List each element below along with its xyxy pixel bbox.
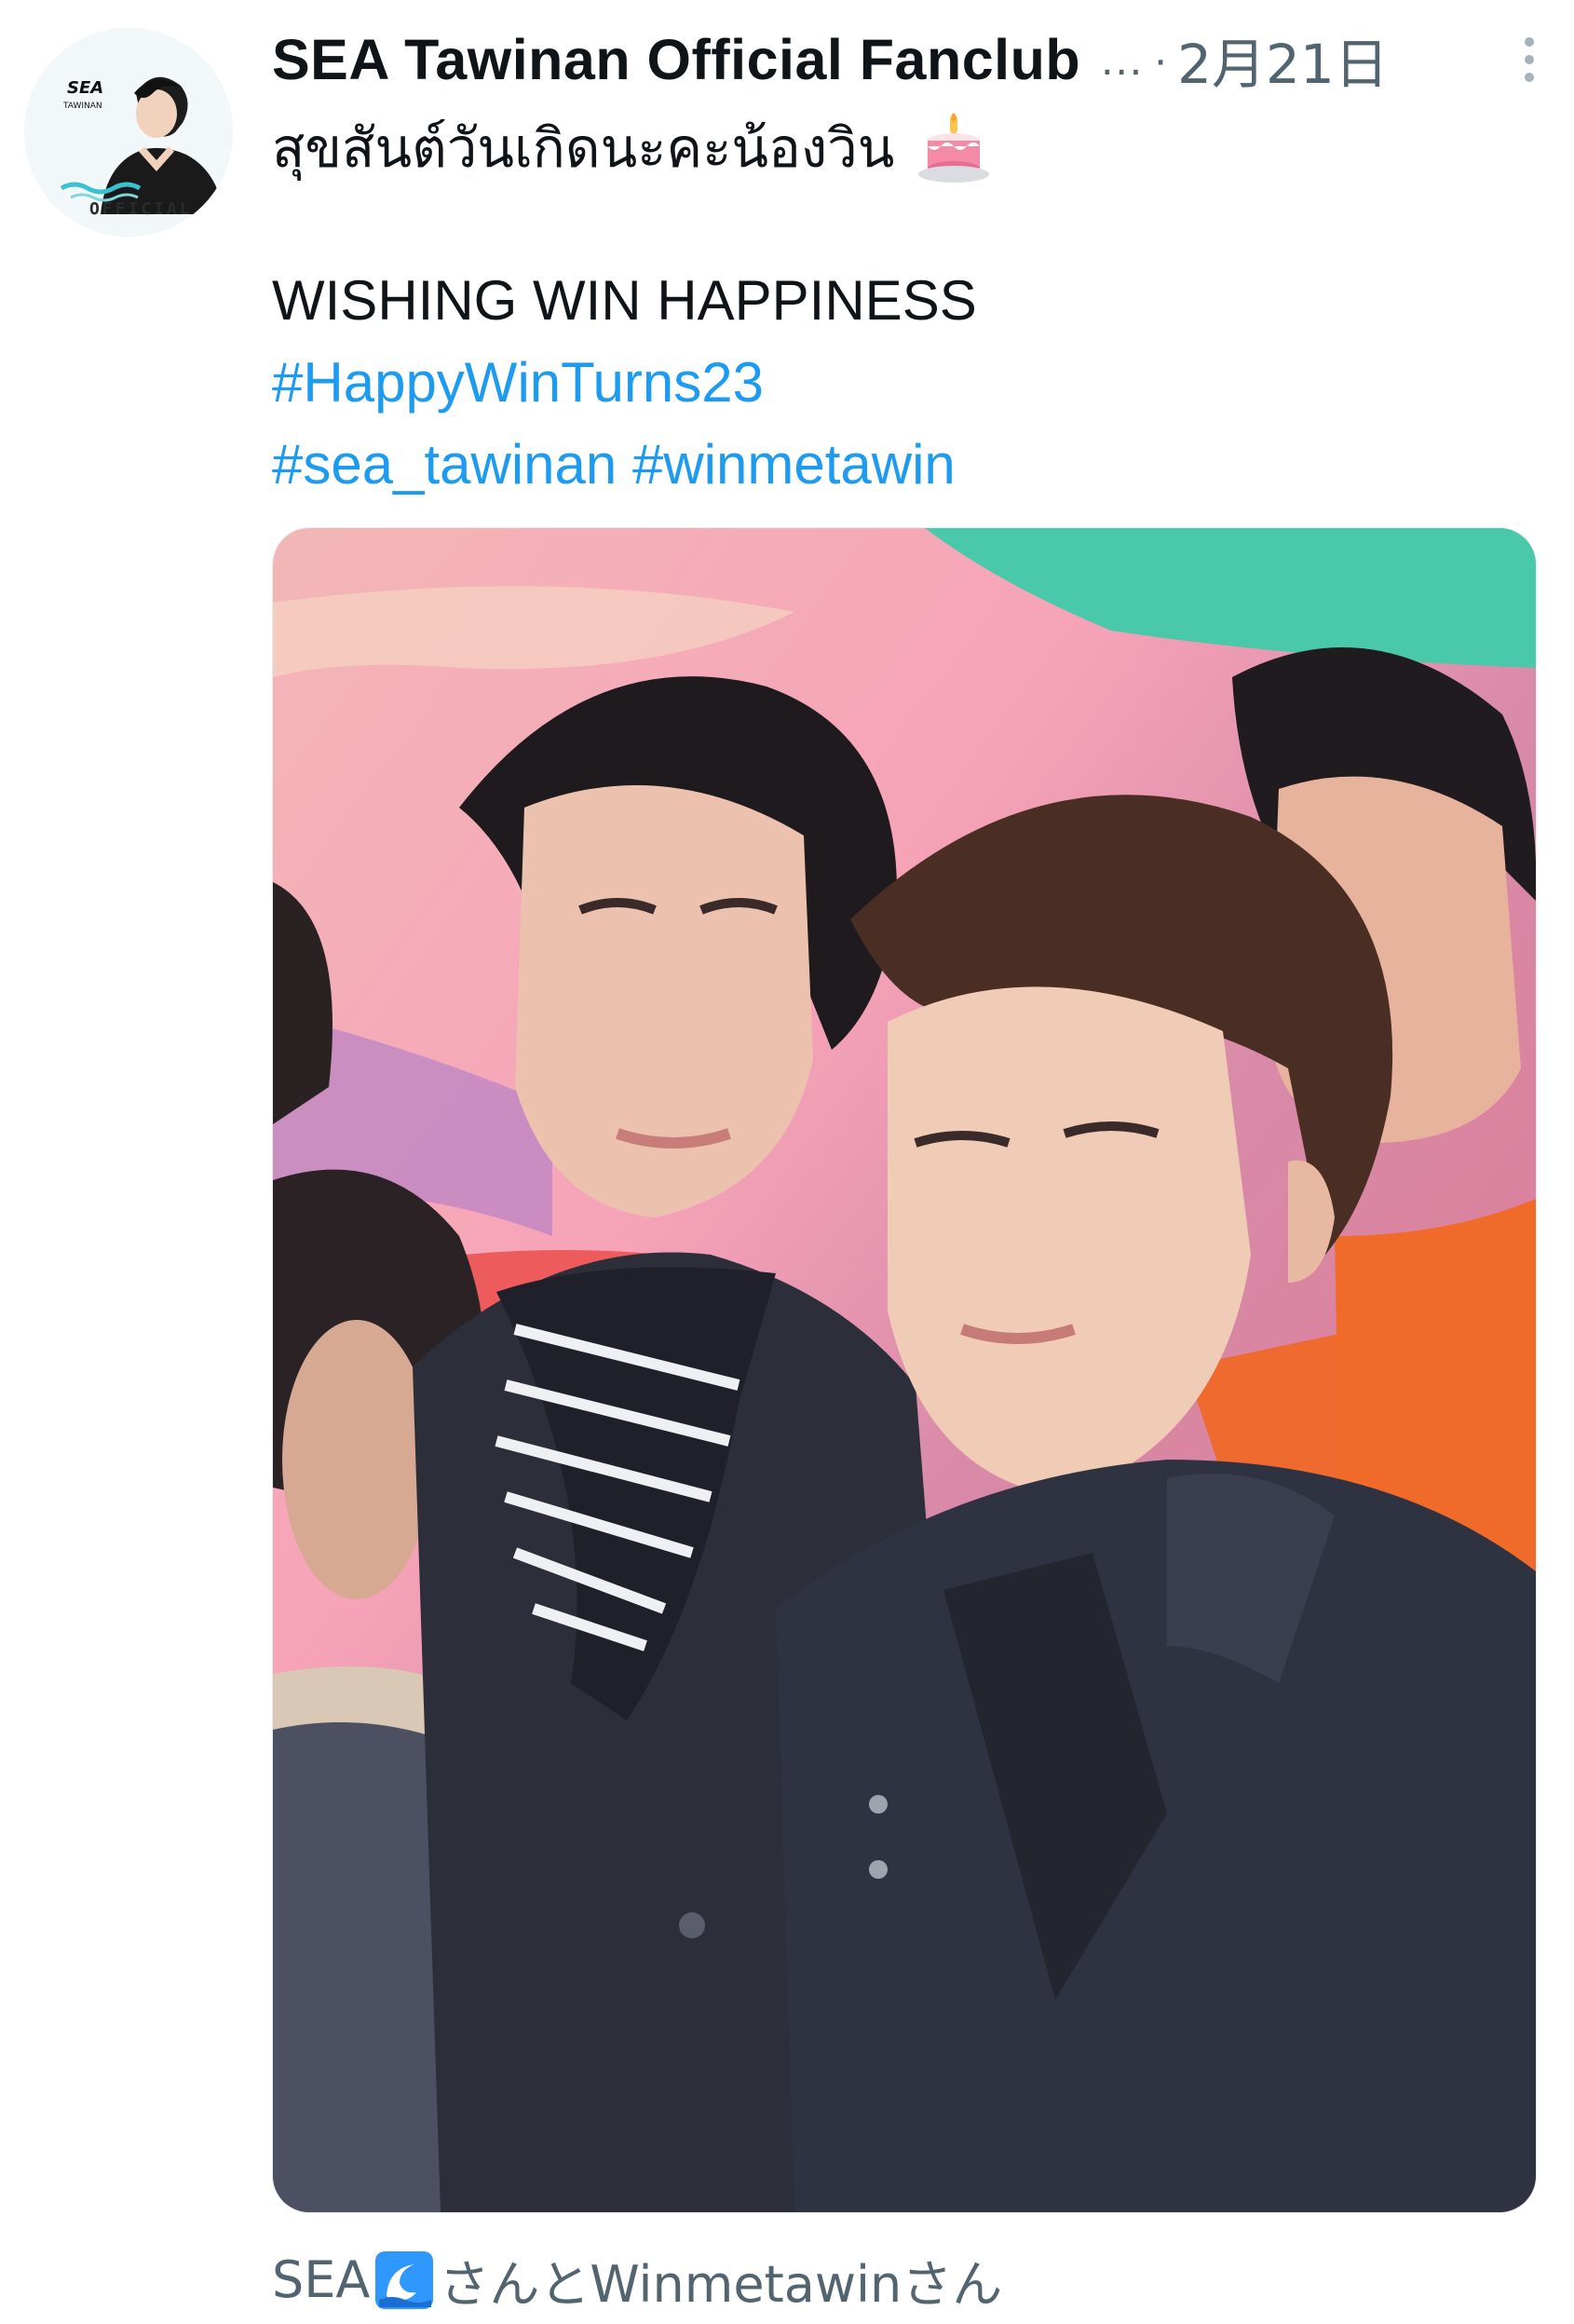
avatar-text-top: SEA	[67, 78, 103, 98]
truncation-ellipsis: ...	[1101, 34, 1145, 85]
water-wave-icon	[375, 2250, 434, 2309]
avatar-text-sub: TAWINAN	[62, 102, 102, 111]
tweet-photo[interactable]	[272, 527, 1537, 2213]
birthday-cake-icon	[918, 112, 990, 183]
hashtag-line-1: #HappyWinTurns23	[272, 350, 764, 415]
tagged-user-suffix: さんとWinmetawinさん	[439, 2255, 1003, 2314]
media-tagged-users[interactable]: SEA さんとWinmetawinさん	[272, 2243, 1002, 2317]
photo-illustration	[273, 528, 1536, 2212]
tagged-user-prefix: SEA	[272, 2250, 371, 2309]
tweet-text-thai-line: สุขสันต์วันเกิดนะคะน้องวิน	[272, 104, 991, 191]
header-separator: ·	[1153, 34, 1169, 85]
avatar-text-bottom: OFFICIAL	[89, 199, 193, 219]
avatar-illustration: SEA TAWINAN OFFICIAL	[24, 28, 233, 237]
author-display-name[interactable]: SEA Tawinan Official Fanclub	[272, 27, 1080, 92]
tweet-text-thai: สุขสันต์วันเกิดนะคะน้องวิน	[272, 116, 895, 180]
tweet-text-wish: WISHING WIN HAPPINESS	[272, 269, 977, 332]
hashtag-winmetawin[interactable]: #winmetawin	[632, 433, 956, 496]
tweet[interactable]: SEA TAWINAN OFFICIAL SEA Tawinan Officia…	[0, 0, 1574, 2324]
author-avatar[interactable]: SEA TAWINAN OFFICIAL	[24, 28, 233, 237]
tweet-header: SEA Tawinan Official Fanclub ... · 2月21日	[272, 20, 1548, 99]
hashtag-line-2: #sea_tawinan #winmetawin	[272, 432, 956, 496]
more-vertical-icon[interactable]	[1511, 30, 1548, 89]
hashtag-happywinturns23[interactable]: #HappyWinTurns23	[272, 351, 764, 414]
tweet-timestamp[interactable]: 2月21日	[1177, 20, 1389, 99]
hashtag-sea-tawinan[interactable]: #sea_tawinan	[272, 433, 617, 496]
